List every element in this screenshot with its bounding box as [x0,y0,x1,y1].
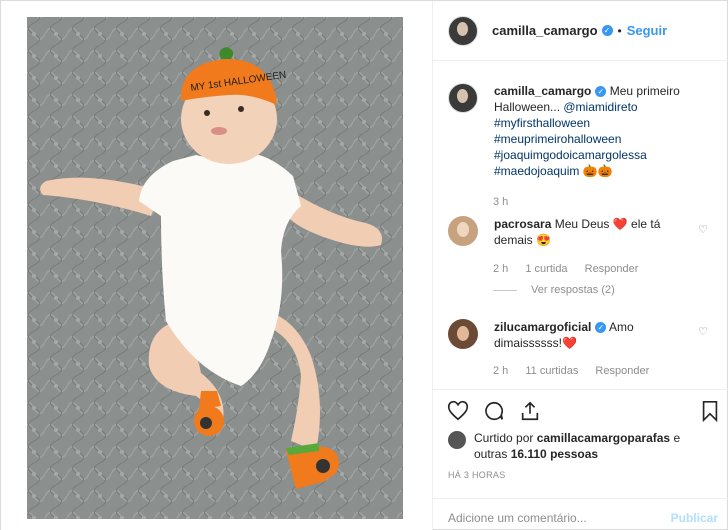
heart-icon[interactable] [447,400,469,422]
like-count[interactable]: 16.110 pessoas [511,447,598,461]
heart-eyes-emoji: 😍 [536,233,551,247]
comment-like-icon[interactable]: ♡ [698,325,708,338]
baby-photo: MY 1st HALLOWEEN [27,17,403,519]
comment-reply-button[interactable]: Responder [595,365,649,377]
comment-likes[interactable]: 1 curtida [525,263,567,275]
post-card: MY 1st HALLOWEEN camilla_camargo ✓ • Seg… [0,0,728,530]
verified-badge-icon: ✓ [595,86,607,98]
hashtag[interactable]: #myfirsthalloween [494,116,590,130]
share-icon[interactable] [519,400,541,422]
heart-emoji: ❤️ [612,217,628,231]
commenter-avatar[interactable] [448,216,478,246]
caption-mention[interactable]: @miamidireto [563,100,637,114]
add-comment-bar: Adicione um comentário... Publicar [433,498,728,530]
hashtag[interactable]: #maedojoaquim [494,164,579,178]
comment-username[interactable]: zilucamargoficial [494,320,591,334]
liker-username[interactable]: camillacamargoparafas [537,431,670,445]
comment-username[interactable]: pacrosara [494,217,551,231]
comment-text: Meu Deus [554,217,613,231]
follow-button[interactable]: Seguir [627,23,667,38]
comment-likes[interactable]: 11 curtidas [525,365,578,377]
comment-reply-button[interactable]: Responder [585,263,639,275]
publish-button[interactable]: Publicar [671,511,718,525]
comment-item: zilucamargoficial ✓ Amo dimaissssss!❤️ [448,319,694,351]
post-photo[interactable]: MY 1st HALLOWEEN [1,1,432,530]
comment-item: pacrosara Meu Deus ❤️ ele tá demais 😍 [448,216,694,248]
comment-meta: 2 h 1 curtida Responder [493,263,638,275]
comments-list: camilla_camargo ✓ Meu primeiro Halloween.… [433,61,728,389]
liked-by-prefix: Curtido por [474,431,537,445]
author-avatar[interactable] [448,15,478,46]
post-time-ago: HÁ 3 HORAS [448,470,506,480]
liker-avatar[interactable] [448,431,466,449]
comment-like-icon[interactable]: ♡ [698,223,708,236]
comment-time: 2 h [493,365,509,377]
replies-divider [493,289,517,291]
side-panel: camilla_camargo ✓ • Seguir camilla_camar… [432,1,728,530]
author-username[interactable]: camilla_camargo [492,23,598,38]
commenter-avatar[interactable] [448,319,478,349]
comment-icon[interactable] [483,400,505,422]
verified-badge-icon: ✓ [601,25,613,36]
post-header: camilla_camargo ✓ • Seguir [433,1,728,61]
heart-emoji: ❤️ [562,336,577,350]
caption-username[interactable]: camilla_camargo [494,84,591,98]
caption-avatar[interactable] [448,83,478,113]
caption: camilla_camargo ✓ Meu primeiro Halloween.… [448,83,694,179]
caption-emoji: 🎃🎃 [582,164,613,178]
comment-input[interactable]: Adicione um comentário... [448,511,587,525]
bookmark-icon[interactable] [700,400,720,422]
hashtag[interactable]: #meuprimeirohalloween [494,132,621,146]
comment-meta: 2 h 11 curtidas Responder [493,365,649,377]
caption-time: 3 h [493,196,509,208]
view-replies-label[interactable]: Ver respostas (2) [531,284,615,296]
separator-dot: • [617,23,622,38]
action-bar: Curtido por camillacamargoparafas e outr… [433,389,728,530]
view-replies[interactable]: Ver respostas (2) [493,284,615,296]
comment-time: 2 h [493,263,509,275]
verified-badge-icon: ✓ [595,322,607,334]
liked-by: Curtido por camillacamargoparafas e outr… [448,430,714,462]
hashtag[interactable]: #joaquimgodoicamargolessa [494,148,647,162]
